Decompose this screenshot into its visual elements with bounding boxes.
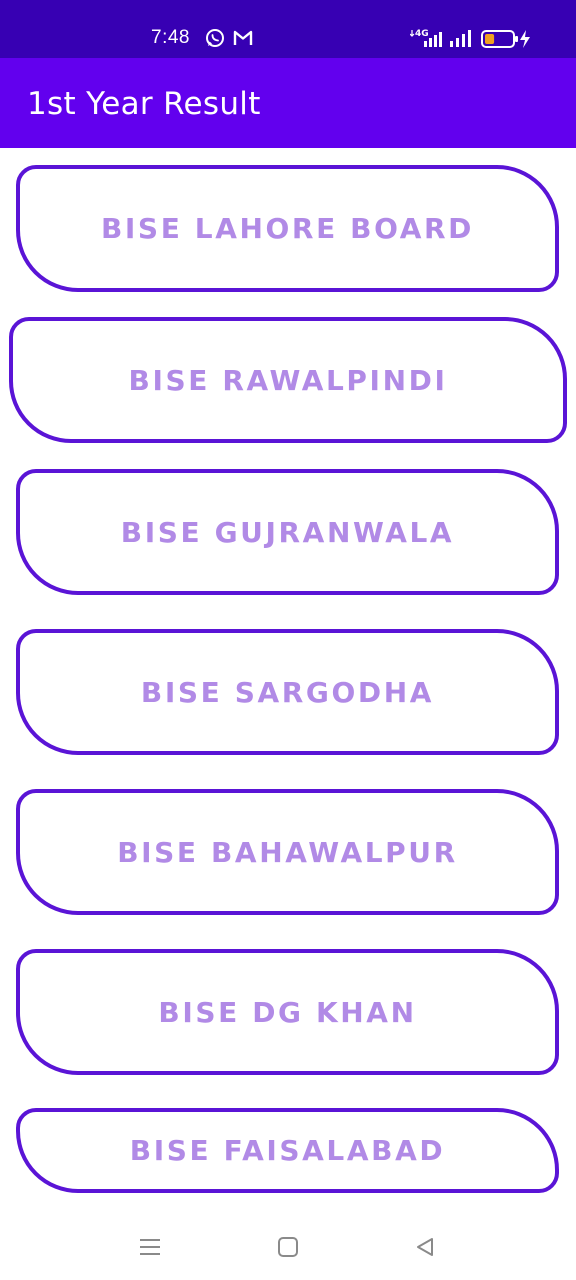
back-icon[interactable]	[410, 1232, 440, 1262]
app-bar: 1st Year Result	[0, 58, 576, 148]
board-list[interactable]: BISE LAHORE BOARD BISE RAWALPINDI BISE G…	[0, 148, 576, 1210]
signal-icon	[449, 28, 473, 53]
board-button-label: BISE DG KHAN	[158, 995, 417, 1029]
board-button-label: BISE LAHORE BOARD	[100, 212, 475, 245]
menu-icon[interactable]	[135, 1232, 165, 1262]
board-button-label: BISE SARGODHA	[140, 675, 435, 709]
board-button-rawalpindi[interactable]: BISE RAWALPINDI	[9, 317, 567, 443]
status-time: 7:48	[151, 27, 190, 48]
status-bar: 7:48 4G	[0, 0, 576, 58]
board-button-dg-khan[interactable]: BISE DG KHAN	[16, 949, 559, 1075]
navigation-bar	[0, 1210, 576, 1280]
board-button-label: BISE GUJRANWALA	[120, 515, 455, 549]
board-button-sargodha[interactable]: BISE SARGODHA	[16, 629, 559, 755]
home-icon[interactable]	[273, 1232, 303, 1262]
board-button-label: BISE RAWALPINDI	[128, 363, 448, 397]
board-button-label: BISE BAHAWALPUR	[117, 835, 458, 869]
board-button-faisalabad[interactable]: BISE FAISALABAD	[16, 1108, 559, 1193]
network-4g-icon: 4G	[409, 27, 444, 54]
gmail-icon	[233, 30, 253, 51]
page-title: 1st Year Result	[27, 86, 261, 122]
board-button-label: BISE FAISALABAD	[129, 1134, 446, 1167]
whatsapp-icon	[205, 28, 225, 53]
battery-icon	[481, 30, 519, 53]
board-button-bahawalpur[interactable]: BISE BAHAWALPUR	[16, 789, 559, 915]
charging-icon	[519, 29, 531, 54]
board-button-gujranwala[interactable]: BISE GUJRANWALA	[16, 469, 559, 595]
board-button-lahore[interactable]: BISE LAHORE BOARD	[16, 165, 559, 292]
network-label: 4G	[415, 29, 429, 39]
